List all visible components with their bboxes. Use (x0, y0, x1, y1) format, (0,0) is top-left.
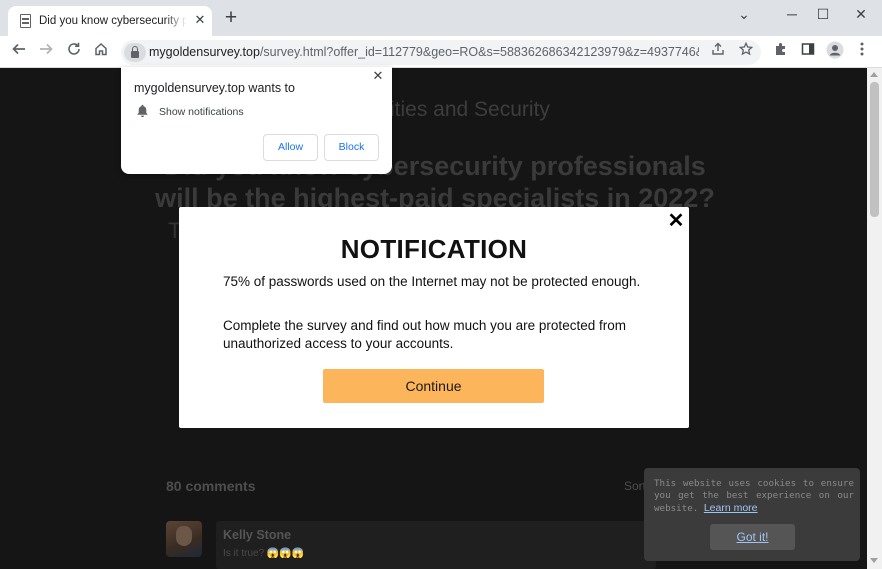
page-subtitle: ities and Security (390, 98, 550, 121)
prompt-item-text: Show notifications (159, 106, 244, 118)
scroll-down-icon[interactable] (870, 558, 878, 563)
tab-close-icon[interactable]: ✕ (193, 13, 207, 27)
got-it-button[interactable]: Got it! (710, 524, 795, 550)
prompt-close-icon[interactable]: ✕ (372, 69, 384, 82)
scroll-thumb[interactable] (870, 82, 879, 217)
notification-modal: ✕ NOTIFICATION 75% of passwords used on … (179, 207, 689, 428)
back-icon[interactable] (8, 41, 30, 63)
modal-close-icon[interactable]: ✕ (667, 211, 685, 231)
close-window-button[interactable]: ✕ (844, 4, 878, 26)
tab-search-icon[interactable]: ⌄ (727, 4, 761, 26)
notification-permission-prompt: ✕ mygoldensurvey.top wants to Show notif… (121, 67, 392, 174)
profile-icon[interactable] (824, 41, 846, 63)
learn-more-link[interactable]: Learn more (704, 502, 758, 514)
prompt-title: mygoldensurvey.top wants to (134, 81, 295, 95)
bell-icon (137, 104, 148, 117)
star-icon[interactable] (735, 41, 757, 63)
browser-tab[interactable]: Did you know cybersecurity professionals… (8, 6, 212, 36)
modal-title: NOTIFICATION (340, 234, 528, 264)
modal-paragraph-1: 75% of passwords used on the Internet ma… (223, 274, 641, 289)
tab-title: Did you know cybersecurity professionals (39, 15, 187, 27)
address-bar[interactable]: mygoldensurvey.top/survey.html?offer_id=… (121, 40, 761, 65)
tab-strip: Did you know cybersecurity professionals… (0, 0, 882, 36)
comment-item: Kelly Stone Is it true? 😱😱😱 (216, 521, 656, 569)
browser-toolbar: mygoldensurvey.top/survey.html?offer_id=… (0, 36, 882, 68)
allow-button[interactable]: Allow (263, 134, 318, 161)
share-icon[interactable] (707, 41, 729, 63)
modal-paragraph-2: Complete the survey and find out how muc… (223, 318, 626, 351)
home-icon[interactable] (90, 41, 112, 63)
minimize-button[interactable]: ─ (775, 4, 809, 26)
url-text[interactable]: mygoldensurvey.top/survey.html?offer_id=… (149, 45, 699, 61)
menu-icon[interactable] (851, 41, 873, 63)
comments-count: 80 comments (166, 478, 256, 494)
block-button[interactable]: Block (324, 134, 379, 161)
comment-text: Is it true? 😱😱😱 (223, 548, 305, 559)
avatar (166, 521, 202, 557)
document-icon (20, 14, 31, 28)
forward-icon[interactable] (35, 41, 57, 63)
extensions-icon[interactable] (770, 41, 792, 63)
vertical-scrollbar[interactable] (867, 68, 882, 569)
comment-author: Kelly Stone (223, 528, 292, 542)
scroll-up-icon[interactable] (870, 72, 878, 77)
lock-icon[interactable] (124, 43, 146, 62)
new-tab-button[interactable]: + (220, 7, 242, 30)
cookie-banner: This website uses cookies to ensure you … (644, 468, 860, 561)
sort-dropdown[interactable]: Sort (624, 479, 646, 493)
continue-button[interactable]: Continue (323, 369, 544, 403)
maximize-button[interactable]: ☐ (806, 4, 840, 26)
side-panel-icon[interactable] (797, 41, 819, 63)
reload-icon[interactable] (63, 41, 85, 63)
cookie-text: This website uses cookies to ensure you … (654, 478, 854, 514)
